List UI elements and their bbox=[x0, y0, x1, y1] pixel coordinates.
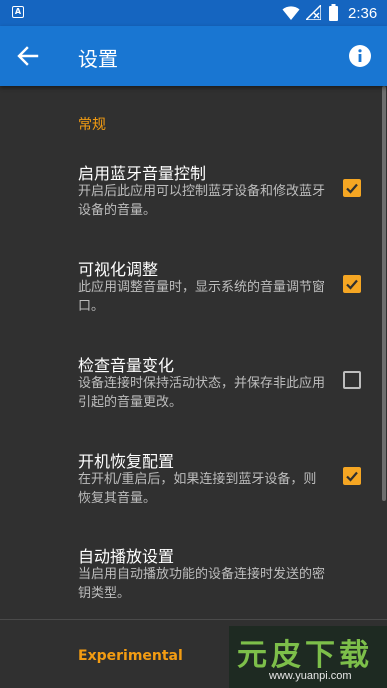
pref-autoplay-settings[interactable]: 自动播放设置 当启用自动播放功能的设备连接时发送的密钥类型。 bbox=[0, 529, 380, 613]
app-notification-icon: A bbox=[12, 6, 24, 18]
divider bbox=[0, 619, 387, 620]
page-title: 设置 bbox=[78, 47, 118, 71]
status-bar: A 2:36 bbox=[0, 0, 387, 26]
pref-title: 自动播放设置 bbox=[78, 547, 175, 566]
arrow-left-icon[interactable] bbox=[14, 42, 42, 70]
pref-summary: 开启后此应用可以控制蓝牙设备和修改蓝牙设备的音量。 bbox=[78, 184, 326, 218]
clock: 2:36 bbox=[348, 5, 378, 22]
section-header-general: 常规 bbox=[78, 117, 106, 133]
checkbox-bluetooth-volume-control[interactable] bbox=[343, 179, 361, 197]
scrollbar[interactable] bbox=[382, 86, 386, 501]
checkbox-check-volume-change[interactable] bbox=[343, 371, 361, 389]
pref-title: 检查音量变化 bbox=[78, 356, 175, 375]
checkbox-visual-adjust[interactable] bbox=[343, 275, 361, 293]
pref-title: 开机恢复配置 bbox=[78, 452, 175, 471]
pref-summary: 当启用自动播放功能的设备连接时发送的密钥类型。 bbox=[78, 567, 326, 601]
pref-check-volume-change[interactable]: 检查音量变化 设备连接时保持活动状态，并保存非此应用引起的音量更改。 bbox=[0, 338, 380, 422]
pref-visual-adjust[interactable]: 可视化调整 此应用调整音量时，显示系统的音量调节窗口。 bbox=[0, 242, 380, 326]
watermark-logo-text: 元皮下载 bbox=[237, 638, 373, 673]
pref-summary: 在开机/重启后，如果连接到蓝牙设备，则恢复其音量。 bbox=[78, 472, 317, 506]
pref-bluetooth-volume-control[interactable]: 启用蓝牙音量控制 开启后此应用可以控制蓝牙设备和修改蓝牙设备的音量。 bbox=[0, 146, 380, 230]
settings-list: 常规 启用蓝牙音量控制 开启后此应用可以控制蓝牙设备和修改蓝牙设备的音量。 可视… bbox=[0, 86, 387, 688]
watermark: 元皮下载 www.yuanpi.com bbox=[229, 626, 387, 688]
pref-title: 可视化调整 bbox=[78, 260, 159, 279]
pref-restore-on-boot[interactable]: 开机恢复配置 在开机/重启后，如果连接到蓝牙设备，则恢复其音量。 bbox=[0, 434, 380, 518]
section-header-experimental: Experimental bbox=[78, 648, 183, 664]
app-toolbar: 设置 bbox=[0, 26, 387, 86]
pref-title: 启用蓝牙音量控制 bbox=[78, 164, 207, 183]
watermark-url: www.yuanpi.com bbox=[269, 670, 352, 682]
wifi-icon bbox=[282, 6, 300, 20]
cellular-no-signal-icon bbox=[306, 5, 321, 20]
checkbox-restore-on-boot[interactable] bbox=[343, 467, 361, 485]
pref-summary: 设备连接时保持活动状态，并保存非此应用引起的音量更改。 bbox=[78, 376, 326, 410]
info-icon[interactable] bbox=[348, 44, 372, 68]
pref-summary: 此应用调整音量时，显示系统的音量调节窗口。 bbox=[78, 280, 326, 314]
battery-icon bbox=[329, 4, 338, 21]
